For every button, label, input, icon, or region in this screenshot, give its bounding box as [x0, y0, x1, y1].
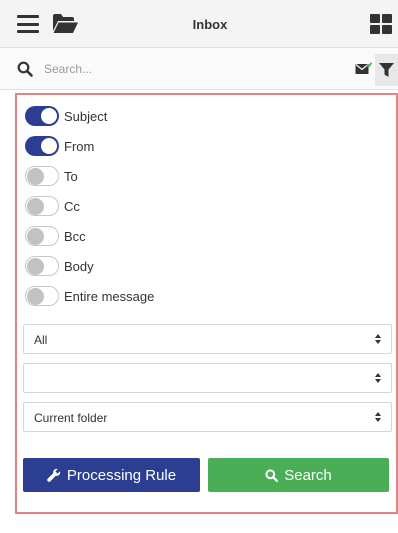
search-bar: [0, 48, 398, 90]
search-input[interactable]: [44, 58, 344, 80]
secondary-select[interactable]: [23, 363, 392, 393]
toggle-label: Body: [64, 258, 94, 274]
toggle-label: To: [64, 168, 78, 184]
search-options-panel: Subject From To Cc Bcc Body Entire messa…: [15, 93, 398, 514]
folder-scope-value: Current folder: [34, 411, 108, 425]
toggle-from[interactable]: From: [25, 134, 94, 158]
page-title: Inbox: [192, 17, 228, 32]
toggle-switch[interactable]: [25, 226, 59, 246]
toggle-bcc[interactable]: Bcc: [25, 224, 86, 248]
filter-toggle[interactable]: [375, 54, 398, 86]
toggle-entire-message[interactable]: Entire message: [25, 284, 154, 308]
search-button-label: Search: [284, 466, 332, 484]
match-select[interactable]: All: [23, 324, 392, 354]
folder-scope-select[interactable]: Current folder: [23, 402, 392, 432]
toggle-switch[interactable]: [25, 106, 59, 126]
processing-rule-button[interactable]: Processing Rule: [23, 458, 200, 492]
filter-icon: [379, 63, 394, 83]
toggle-cc[interactable]: Cc: [25, 194, 80, 218]
search-button[interactable]: Search: [208, 458, 389, 492]
toggle-to[interactable]: To: [25, 164, 78, 188]
toggle-switch[interactable]: [25, 196, 59, 216]
toggle-label: Subject: [64, 108, 108, 124]
toggle-label: Cc: [64, 198, 80, 214]
toggle-switch[interactable]: [25, 166, 59, 186]
sort-caret-icon: [375, 373, 382, 384]
sort-caret-icon: [375, 412, 382, 423]
sort-caret-icon: [375, 334, 382, 345]
search-icon: [17, 61, 33, 82]
top-bar: Inbox: [0, 0, 398, 48]
toggle-label: Entire message: [64, 288, 155, 304]
toggle-label: From: [64, 138, 95, 154]
toggle-body[interactable]: Body: [25, 254, 94, 278]
toggle-switch[interactable]: [25, 286, 59, 306]
wrench-icon: [47, 468, 61, 482]
search-icon: [265, 468, 279, 482]
match-select-value: All: [34, 333, 48, 347]
toggle-subject[interactable]: Subject: [25, 104, 107, 128]
toggle-label: Bcc: [64, 228, 86, 244]
mail-check-icon[interactable]: [355, 62, 373, 80]
grid-icon[interactable]: [370, 14, 394, 36]
toggle-switch[interactable]: [25, 136, 59, 156]
processing-rule-label: Processing Rule: [66, 466, 177, 484]
toggle-switch[interactable]: [25, 256, 59, 276]
